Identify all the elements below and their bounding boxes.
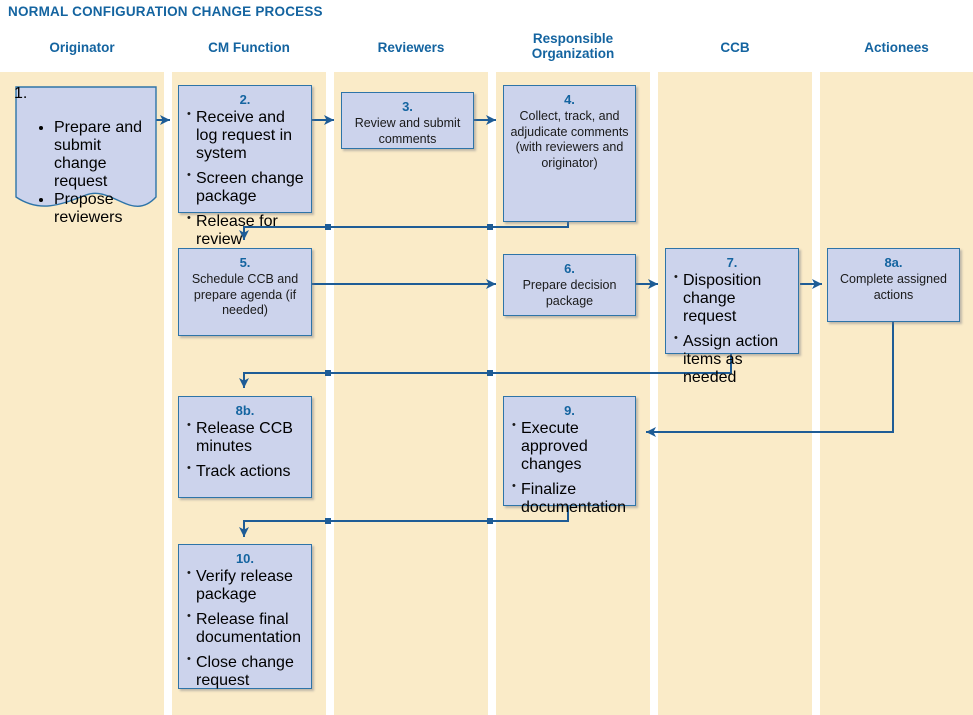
bullet: Release final documentation	[187, 610, 305, 647]
process-node-3[interactable]: 3. Review and submit comments	[341, 92, 474, 149]
swimlane-header-cm-function: CM Function	[208, 40, 290, 55]
process-node-8b-bullets: Release CCB minutes Track actions	[179, 419, 311, 487]
swimlane-actionees	[820, 72, 973, 715]
process-node-9-number: 9.	[564, 403, 575, 418]
bullet: Prepare and submit change request	[54, 119, 156, 191]
bullet: Release for review	[187, 212, 305, 249]
process-node-8a-text: Complete assigned actions	[839, 272, 947, 302]
process-node-10-bullets: Verify release package Release final doc…	[179, 567, 311, 696]
process-node-6-number: 6.	[564, 261, 575, 276]
process-node-5-number: 5.	[239, 255, 251, 270]
bullet: Receive and log request in system	[187, 108, 305, 163]
bullet: Screen change package	[187, 169, 305, 206]
process-node-5-text: Schedule CCB and prepare agenda (if need…	[191, 272, 299, 317]
bullet: Propose reviewers	[54, 191, 156, 227]
process-node-6[interactable]: 6. Prepare decision package	[503, 254, 636, 316]
process-node-1-bullets: Prepare and submit change request Propos…	[14, 119, 156, 227]
bullet: Finalize documentation	[512, 480, 629, 517]
process-node-8a[interactable]: 8a. Complete assigned actions	[827, 248, 960, 322]
bullet: Disposition change request	[674, 271, 792, 326]
process-node-7-bullets: Disposition change request Assign action…	[666, 271, 798, 393]
swimlane-header-responsible-organization-line1: Responsible	[532, 31, 614, 46]
swimlane-header-actionees: Actionees	[864, 40, 929, 55]
process-node-8b-number: 8b.	[235, 403, 255, 418]
process-node-4-text: Collect, track, and adjudicate comments …	[510, 109, 629, 170]
process-node-2[interactable]: 2. Receive and log request in system Scr…	[178, 85, 312, 248]
bullet: Track actions	[187, 462, 305, 481]
bullet: Execute approved changes	[512, 419, 629, 474]
swimlane-header-originator: Originator	[49, 40, 115, 55]
swimlane-header-ccb: CCB	[720, 40, 750, 55]
process-node-9-bullets: Execute approved changes Finalize docume…	[504, 419, 635, 523]
bullet: Verify release package	[187, 567, 305, 604]
process-node-2-number: 2.	[239, 92, 251, 107]
process-node-6-text: Prepare decision package	[522, 278, 617, 308]
process-node-7[interactable]: 7. Disposition change request Assign act…	[665, 248, 799, 386]
process-node-1[interactable]: 1. Prepare and submit change request Pro…	[14, 85, 157, 226]
process-node-4-number: 4.	[564, 92, 575, 107]
swimlane-header-responsible-organization: Responsible Organization	[496, 31, 650, 61]
swimlane-ccb	[658, 72, 812, 715]
swimlane-reviewers	[334, 72, 488, 715]
process-node-8a-number: 8a.	[884, 255, 903, 270]
process-node-7-number: 7.	[726, 255, 738, 270]
process-node-3-number: 3.	[402, 99, 413, 114]
bullet: Assign action items as needed	[674, 332, 792, 387]
swimlane-header-reviewers: Reviewers	[377, 40, 445, 55]
process-node-5[interactable]: 5. Schedule CCB and prepare agenda (if n…	[178, 248, 312, 336]
bullet: Close change request	[187, 653, 305, 690]
process-node-1-number: 1.	[14, 85, 28, 102]
bullet: Release CCB minutes	[187, 419, 305, 456]
process-node-9[interactable]: 9. Execute approved changes Finalize doc…	[503, 396, 636, 516]
process-node-8b[interactable]: 8b. Release CCB minutes Track actions	[178, 396, 312, 498]
process-node-3-text: Review and submit comments	[354, 116, 461, 146]
process-node-10[interactable]: 10. Verify release package Release final…	[178, 544, 312, 689]
swimlane-header-responsible-organization-line2: Organization	[531, 46, 615, 61]
process-node-4[interactable]: 4. Collect, track, and adjudicate commen…	[503, 85, 636, 222]
process-node-10-number: 10.	[235, 551, 255, 566]
process-node-2-bullets: Receive and log request in system Screen…	[179, 108, 311, 255]
